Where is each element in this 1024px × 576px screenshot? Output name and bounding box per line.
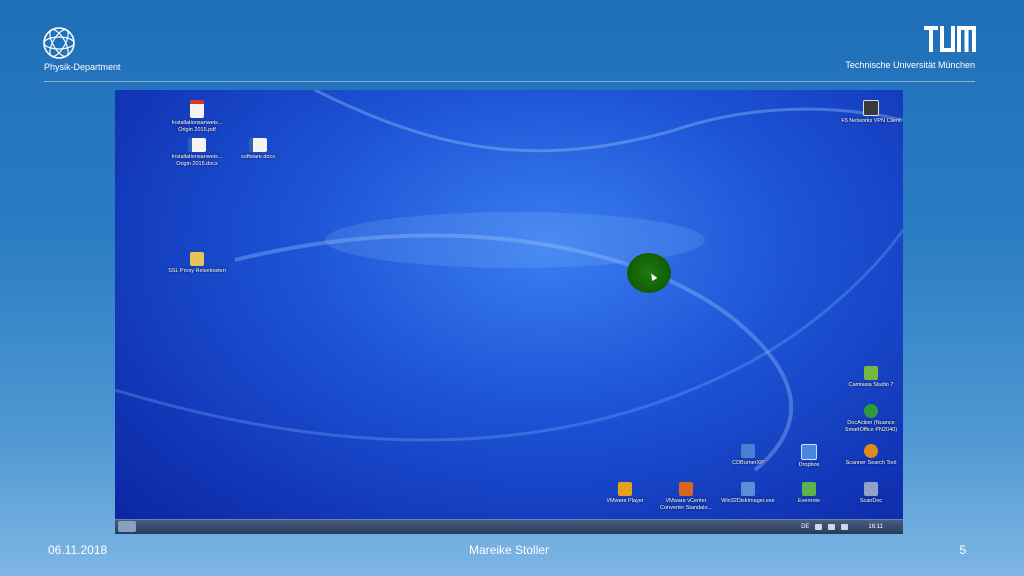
desktop-icon-origin-docx[interactable]: Installationsanweis... Origin 2015.docx [165, 138, 229, 167]
desktop-icon-label: Installationsanweis... Origin 2015.docx [171, 154, 223, 167]
university-name: Technische Universität München [845, 60, 975, 70]
desktop-icon-label: Dropbox [798, 462, 820, 468]
desktop-icon-origin-pdf[interactable]: Installationsanweis... Origin 2015.pdf [165, 100, 229, 133]
tum-logo-icon [924, 26, 976, 52]
start-button[interactable] [118, 521, 136, 532]
desktop-icon-ssl-proxy-folder[interactable]: SSL Proxy Reisekosten [165, 252, 229, 275]
docaction-icon [864, 404, 878, 418]
desktop-icon-label: Camtasia Studio 7 [848, 382, 894, 388]
desktop-icon-software-docx[interactable]: software.docx [226, 138, 290, 161]
desktop-icon-label: DocAction (Nuance SmartOffice PN2040) [844, 420, 898, 433]
language-indicator[interactable]: DE [801, 524, 809, 530]
desktop-icon-f5-vpn[interactable]: F5 Networks VPN Client [839, 100, 903, 125]
desktop-icon-dropbox[interactable]: Dropbox [777, 444, 841, 469]
desktop-icon-label: VMware vCenter Converter Standalo... [660, 498, 712, 511]
footer-page-number: 5 [959, 543, 966, 557]
desktop-icon-label: F5 Networks VPN Client [841, 118, 901, 124]
desktop-icon-label: Installationsanweis... Origin 2015.pdf [171, 120, 223, 133]
camtasia-icon [864, 366, 878, 380]
desktop-icon-label: software.docx [241, 154, 275, 160]
taskbar: DE 16:11 [115, 519, 903, 534]
department-name: Physik-Department [44, 62, 121, 72]
desktop-icon-label: VMware Player [606, 498, 644, 504]
vpn-app-icon [863, 100, 879, 116]
desktop-icon-win32diskimager[interactable]: Win32DiskImager.exe [716, 482, 780, 505]
vmware-player-icon [618, 482, 632, 496]
system-tray: DE 16:11 [801, 520, 883, 534]
desktop-icon-label: ScanDoc [859, 498, 883, 504]
physics-atom-logo-icon [43, 27, 75, 59]
folder-icon [190, 252, 204, 266]
cursor-highlight [627, 253, 671, 293]
volume-icon[interactable] [841, 524, 849, 530]
scanner-search-icon [864, 444, 878, 458]
scandoc-icon [864, 482, 878, 496]
footer-author: Mareike Stoller [469, 543, 550, 557]
footer-date: 06.11.2018 [48, 543, 108, 557]
dropbox-icon [801, 444, 817, 460]
word-file-icon [188, 138, 206, 152]
desktop-icon-vmware-player[interactable]: VMware Player [593, 482, 657, 505]
desktop-icon-label: SSL Proxy Reisekosten [168, 268, 226, 274]
cdburner-icon [741, 444, 755, 458]
desktop-icon-camtasia[interactable]: Camtasia Studio 7 [839, 366, 903, 389]
desktop-icon-cdburnerxp[interactable]: CDBurnerXP [716, 444, 780, 467]
taskbar-clock[interactable]: 16:11 [868, 524, 883, 530]
desktop-icon-docaction[interactable]: DocAction (Nuance SmartOffice PN2040) [839, 404, 903, 433]
desktop-icon-label: Win32DiskImager.exe [721, 498, 775, 504]
evernote-icon [802, 482, 816, 496]
tray-icon[interactable] [815, 524, 823, 530]
desktop-icon-label: CDBurnerXP [732, 460, 764, 466]
desktop-icon-label: Scanner Search Tool [845, 460, 897, 466]
desktop-icon-scanner-search[interactable]: Scanner Search Tool [839, 444, 903, 467]
disk-imager-icon [741, 482, 755, 496]
desktop-icon-evernote[interactable]: Evernote [777, 482, 841, 505]
vmware-converter-icon [679, 482, 693, 496]
word-file-icon [249, 138, 267, 152]
network-icon[interactable] [828, 524, 836, 530]
pdf-file-icon [190, 100, 204, 118]
desktop-screenshot: Installationsanweis... Origin 2015.pdf I… [115, 90, 903, 534]
header-divider [44, 81, 975, 82]
desktop-icon-label: Evernote [797, 498, 820, 504]
desktop-icon-vmware-converter[interactable]: VMware vCenter Converter Standalo... [654, 482, 718, 511]
desktop-icon-scandoc[interactable]: ScanDoc [839, 482, 903, 505]
